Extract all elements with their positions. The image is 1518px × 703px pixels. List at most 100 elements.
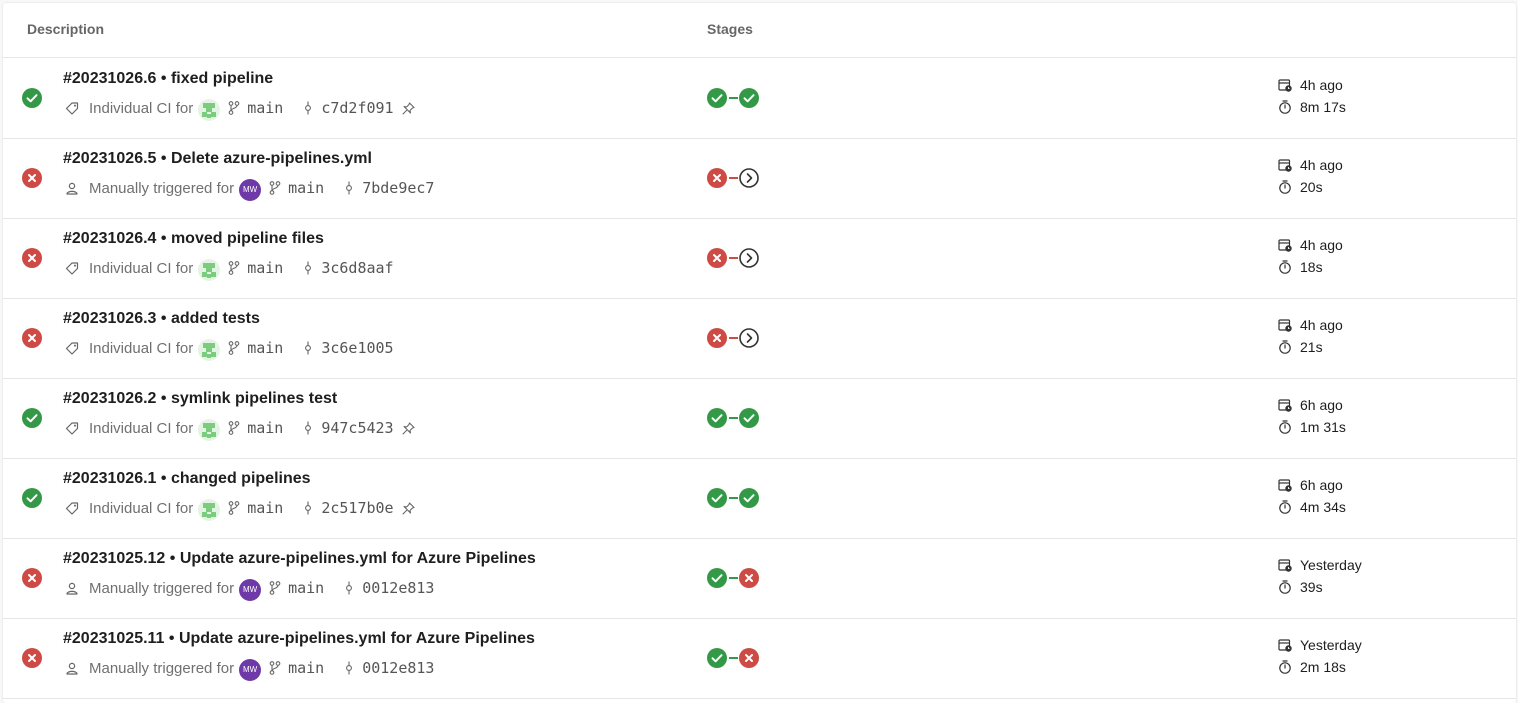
pipeline-run-row[interactable]: #20231026.6 • fixed pipeline Individual … — [3, 58, 1516, 139]
commit-icon — [303, 261, 313, 275]
stage-connector — [729, 337, 738, 339]
commit-message: added tests — [170, 310, 260, 327]
calendar-clock-icon — [1278, 318, 1292, 332]
branch-name[interactable]: main — [247, 419, 283, 437]
avatar — [198, 99, 221, 121]
avatar: MW — [239, 659, 262, 681]
pipeline-run-row[interactable]: #20231025.11 • Update azure-pipelines.ym… — [3, 618, 1516, 699]
title-separator: • — [160, 150, 171, 167]
branch-icon — [228, 101, 240, 115]
run-title[interactable]: #20231026.5 • Delete azure-pipelines.yml — [63, 150, 372, 168]
commit-icon — [303, 341, 313, 355]
title-separator: • — [160, 310, 171, 327]
commit-id[interactable]: 2c517b0e — [321, 499, 393, 517]
stage-failure-icon[interactable] — [707, 248, 727, 268]
commit-id[interactable]: 0012e813 — [362, 579, 434, 597]
commit-icon — [303, 101, 313, 115]
branch-icon — [228, 501, 240, 515]
pipeline-run-row[interactable]: #20231026.5 • Delete azure-pipelines.yml… — [3, 138, 1516, 219]
stage-success-icon[interactable] — [739, 88, 759, 108]
calendar-clock-icon — [1278, 478, 1292, 492]
run-title[interactable]: #20231025.12 • Update azure-pipelines.ym… — [63, 550, 536, 568]
pipeline-run-row[interactable]: #20231026.3 • added tests Individual CI … — [3, 298, 1516, 379]
stage-success-icon[interactable] — [707, 88, 727, 108]
stage-connector — [729, 417, 738, 419]
stage-failure-icon[interactable] — [707, 328, 727, 348]
stage-connector — [729, 177, 738, 179]
stage-success-icon[interactable] — [707, 568, 727, 588]
commit-id[interactable]: 3c6e1005 — [321, 339, 393, 357]
commit-id[interactable]: 3c6d8aaf — [321, 259, 393, 277]
pipeline-run-row[interactable]: #20231026.2 • symlink pipelines test Ind… — [3, 378, 1516, 459]
run-times: 6h ago 1m 31s — [1278, 394, 1346, 438]
run-title[interactable]: #20231026.4 • moved pipeline files — [63, 230, 324, 248]
commit-icon — [303, 421, 313, 435]
run-title[interactable]: #20231026.3 • added tests — [63, 310, 260, 328]
trigger-reason: Manually triggered for — [89, 579, 235, 597]
avatar — [198, 259, 221, 281]
branch-icon — [228, 421, 240, 435]
stage-failure-icon[interactable] — [739, 568, 759, 588]
table-header: Description Stages — [3, 3, 1516, 58]
branch-name[interactable]: main — [288, 179, 324, 197]
trigger-reason: Individual CI for — [89, 499, 194, 517]
run-meta: Manually triggered for MW main 7bde9ec7 — [63, 176, 434, 201]
run-number: #20231026.3 — [63, 310, 157, 327]
stopwatch-icon — [1278, 660, 1292, 674]
stage-success-icon[interactable] — [739, 408, 759, 428]
run-status-failure-icon — [22, 248, 42, 268]
run-status-failure-icon — [22, 328, 42, 348]
run-started: 6h ago — [1300, 397, 1343, 413]
calendar-clock-icon — [1278, 398, 1292, 412]
commit-message: moved pipeline files — [170, 230, 324, 247]
stage-success-icon[interactable] — [707, 648, 727, 668]
stage-success-icon[interactable] — [707, 408, 727, 428]
stage-skipped-icon[interactable] — [739, 248, 759, 268]
commit-id[interactable]: c7d2f091 — [321, 99, 393, 117]
branch-icon — [269, 581, 281, 595]
run-duration: 21s — [1300, 339, 1323, 355]
tag-icon — [65, 501, 79, 515]
run-status-success-icon — [22, 488, 42, 508]
run-title[interactable]: #20231026.1 • changed pipelines — [63, 470, 311, 488]
trigger-reason: Individual CI for — [89, 339, 194, 357]
branch-name[interactable]: main — [288, 579, 324, 597]
branch-icon — [228, 341, 240, 355]
run-number: #20231026.2 — [63, 390, 157, 407]
branch-name[interactable]: main — [247, 499, 283, 517]
branch-name[interactable]: main — [288, 659, 324, 677]
stopwatch-icon — [1278, 340, 1292, 354]
commit-id[interactable]: 0012e813 — [362, 659, 434, 677]
commit-message: symlink pipelines test — [170, 390, 338, 407]
pipeline-run-row[interactable]: #20231026.4 • moved pipeline files Indiv… — [3, 218, 1516, 299]
stage-failure-icon[interactable] — [707, 168, 727, 188]
run-title[interactable]: #20231025.11 • Update azure-pipelines.ym… — [63, 630, 535, 648]
stage-failure-icon[interactable] — [739, 648, 759, 668]
pipeline-run-row[interactable]: #20231025.12 • Update azure-pipelines.ym… — [3, 538, 1516, 619]
trigger-reason: Individual CI for — [89, 419, 194, 437]
commit-icon — [344, 661, 354, 675]
tag-icon — [65, 421, 79, 435]
run-duration: 39s — [1300, 579, 1323, 595]
commit-id[interactable]: 7bde9ec7 — [362, 179, 434, 197]
run-title[interactable]: #20231026.6 • fixed pipeline — [63, 70, 273, 88]
run-times: 4h ago 21s — [1278, 314, 1343, 358]
title-separator: • — [160, 390, 171, 407]
stopwatch-icon — [1278, 420, 1292, 434]
pin-icon — [402, 101, 415, 115]
stage-success-icon[interactable] — [739, 488, 759, 508]
branch-name[interactable]: main — [247, 99, 283, 117]
trigger-reason: Manually triggered for — [89, 179, 235, 197]
branch-name[interactable]: main — [247, 339, 283, 357]
stage-skipped-icon[interactable] — [739, 168, 759, 188]
branch-name[interactable]: main — [247, 259, 283, 277]
commit-message: changed pipelines — [170, 470, 311, 487]
commit-message: Update azure-pipelines.yml for Azure Pip… — [178, 630, 535, 647]
commit-id[interactable]: 947c5423 — [321, 419, 393, 437]
stage-skipped-icon[interactable] — [739, 328, 759, 348]
pipeline-run-row[interactable]: #20231026.1 • changed pipelines Individu… — [3, 458, 1516, 539]
stage-success-icon[interactable] — [707, 488, 727, 508]
run-meta: Manually triggered for MW main 0012e813 — [63, 656, 434, 681]
trigger-reason: Individual CI for — [89, 99, 194, 117]
run-title[interactable]: #20231026.2 • symlink pipelines test — [63, 390, 337, 408]
